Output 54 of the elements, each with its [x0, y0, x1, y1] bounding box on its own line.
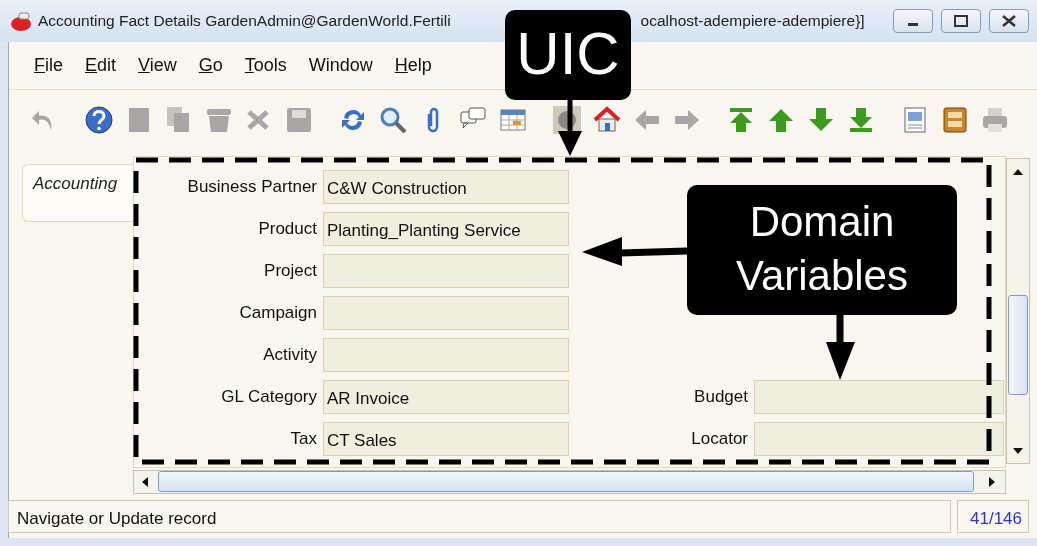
menu-item[interactable]: Go [187, 52, 234, 79]
field-label: Product [257, 218, 317, 241]
maximize-icon[interactable] [952, 14, 970, 28]
menu-item[interactable]: Window [297, 52, 384, 79]
first-record-icon[interactable] [727, 106, 755, 134]
field-label: Campaign [238, 302, 317, 325]
field-label: Budget [693, 386, 748, 409]
close-button[interactable] [989, 9, 1029, 33]
field-label: GL Category [220, 386, 317, 409]
vertical-scrollbar[interactable] [1006, 158, 1030, 464]
report-icon[interactable] [901, 106, 929, 134]
menu-item[interactable]: File [23, 52, 74, 79]
minimize-button[interactable] [893, 9, 933, 33]
input-field[interactable] [323, 338, 569, 372]
window-title: ocalhost-adempiere-adempiere}] [640, 11, 865, 32]
status-message: Navigate or Update record [8, 500, 951, 533]
horizontal-scrollbar[interactable] [133, 470, 1006, 494]
arrow [826, 315, 855, 380]
menu-item[interactable]: View [127, 52, 188, 79]
up-arrow-icon[interactable] [767, 106, 795, 134]
input-field[interactable]: C&W Construction [323, 170, 569, 204]
menu-item[interactable]: Help [383, 52, 443, 79]
input-field[interactable]: AR Invoice [323, 380, 569, 414]
table-icon[interactable] [499, 106, 527, 134]
tab[interactable]: Accounting [22, 164, 134, 222]
input-field[interactable] [323, 254, 569, 288]
arrow [558, 100, 582, 156]
app-icon [10, 11, 32, 31]
down-arrow-icon[interactable] [807, 106, 835, 134]
input-field[interactable]: Planting_Planting Service [323, 212, 569, 246]
input-field[interactable] [323, 296, 569, 330]
menu-item[interactable]: Edit [74, 52, 128, 79]
field-label: Activity [262, 344, 317, 367]
help-icon[interactable] [85, 106, 113, 134]
record-count: 41/146 [957, 500, 1029, 533]
field-label: Business Partner [186, 176, 317, 199]
scroll-thumb[interactable] [158, 471, 974, 492]
field-label: Tax [289, 428, 317, 451]
menu-item[interactable]: Tools [233, 52, 298, 79]
scroll-thumb[interactable] [1008, 295, 1028, 395]
callout-label: Domain Variables [687, 185, 957, 315]
maximize-button[interactable] [941, 9, 981, 33]
field-label: Project [263, 260, 317, 283]
last-record-icon[interactable] [847, 106, 875, 134]
input-field[interactable] [754, 380, 1004, 414]
search-icon[interactable] [379, 106, 407, 134]
home-icon[interactable] [593, 106, 621, 134]
cabinet-icon[interactable] [941, 106, 969, 134]
window-title: Accounting Fact Details GardenAdmin@GardenWorld.Fertili [38, 11, 451, 32]
close-icon[interactable] [1000, 14, 1018, 28]
field-label: Locator [690, 428, 748, 451]
callout-label: UIC [505, 10, 631, 100]
input-field[interactable]: CT Sales [323, 422, 569, 456]
input-field[interactable] [754, 422, 1004, 456]
